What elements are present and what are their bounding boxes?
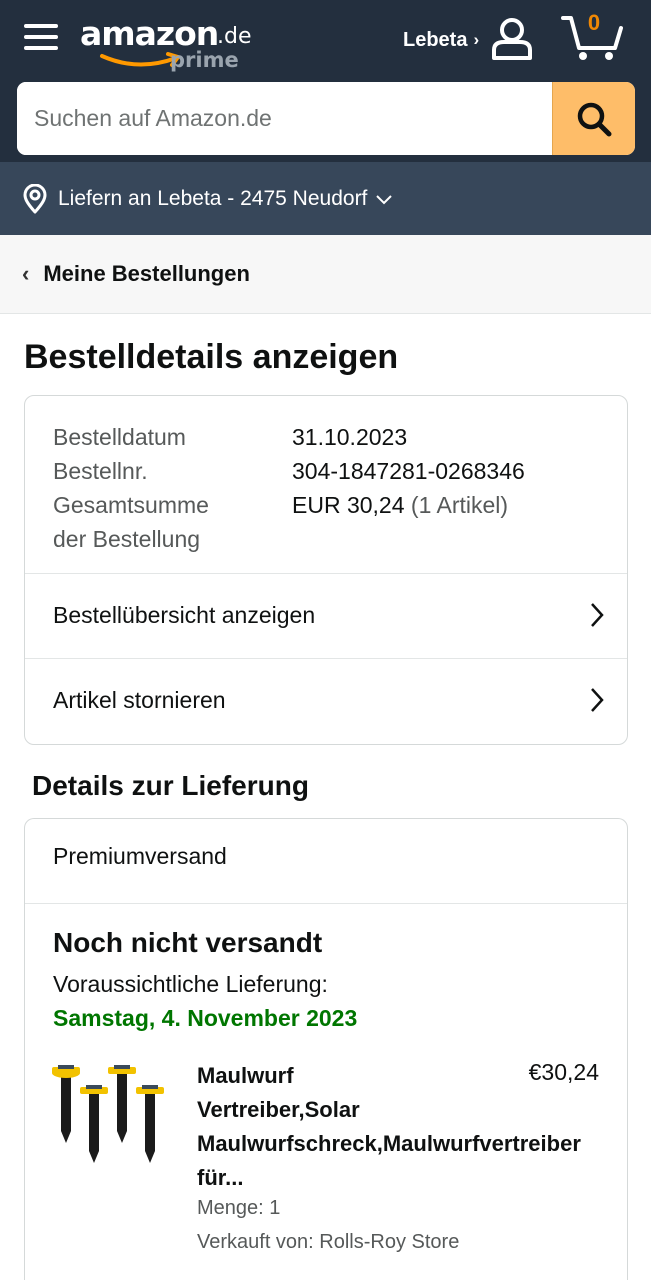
chevron-right-icon xyxy=(591,688,604,712)
shipment-status: Noch nicht versandt xyxy=(53,927,323,958)
order-date-value: 31.10.2023 xyxy=(292,424,408,450)
cart-count: 0 xyxy=(587,10,601,35)
logo-tld: .de xyxy=(217,24,252,49)
account-chevron: › xyxy=(473,30,480,49)
product-quantity: Menge: 1 xyxy=(197,1197,281,1219)
order-summary-card: Bestelldatum 31.10.2023 Bestellnr. 304-1… xyxy=(24,395,628,745)
search-input[interactable] xyxy=(17,82,552,155)
divider xyxy=(25,903,627,904)
cancel-items-label: Artikel stornieren xyxy=(53,686,226,713)
order-date-label: Bestelldatum xyxy=(53,424,186,450)
order-date-row: Bestelldatum 31.10.2023 xyxy=(53,420,613,454)
top-header: amazon .de prime Lebeta › 0 xyxy=(0,0,651,162)
order-number-label: Bestellnr. xyxy=(53,458,148,484)
order-total-label-line2: der Bestellung xyxy=(53,526,201,552)
search-button[interactable] xyxy=(552,82,635,155)
order-number-row: Bestellnr. 304-1847281-0268346 xyxy=(53,454,613,488)
back-link-label: Meine Bestellungen xyxy=(43,261,250,286)
deliver-to-label: Liefern an Lebeta - 2475 Neudorf xyxy=(58,186,368,210)
product-price: €30,24 xyxy=(522,1059,599,1086)
product-seller: Verkauft von: Rolls-Roy Store xyxy=(197,1231,460,1253)
eta-label: Voraussichtliche Lieferung: xyxy=(53,971,328,997)
page-title: Bestelldetails anzeigen xyxy=(24,338,399,376)
order-total-amount: EUR 30,24 xyxy=(292,492,405,518)
back-chevron-icon: ‹ xyxy=(22,261,30,286)
chevron-down-icon xyxy=(376,194,393,204)
logo-prime: prime xyxy=(170,48,239,72)
order-number-value: 304-1847281-0268346 xyxy=(292,458,525,484)
breadcrumb[interactable]: ‹ Meine Bestellungen xyxy=(0,235,651,314)
product-title-line: Vertreiber,Solar xyxy=(197,1097,360,1122)
order-total-items: (1 Artikel) xyxy=(410,492,509,518)
order-info: Bestelldatum 31.10.2023 Bestellnr. 304-1… xyxy=(53,420,613,556)
user-icon[interactable] xyxy=(490,16,534,60)
cancel-items-link[interactable]: Artikel stornieren xyxy=(25,658,627,742)
menu-icon[interactable] xyxy=(24,22,58,52)
deliver-to-bar[interactable]: Liefern an Lebeta - 2475 Neudorf xyxy=(0,162,651,235)
account-label: Lebeta xyxy=(403,28,468,51)
eta-date: Samstag, 4. November 2023 xyxy=(53,1005,358,1031)
view-order-summary-label: Bestellübersicht anzeigen xyxy=(53,601,316,628)
order-total-label-line1: Gesamtsumme xyxy=(53,492,209,518)
order-total-value: EUR 30,24 (1 Artikel) xyxy=(292,488,508,556)
chevron-right-icon xyxy=(591,603,604,627)
delivery-details-heading: Details zur Lieferung xyxy=(32,770,309,801)
amazon-logo[interactable]: amazon .de prime xyxy=(80,12,260,74)
order-total-row: Gesamtsumme der Bestellung EUR 30,24 (1 … xyxy=(53,488,613,556)
product-title-line: für... xyxy=(197,1165,244,1190)
account-link[interactable]: Lebeta › xyxy=(403,26,479,54)
search-bar xyxy=(17,82,635,155)
shipping-method: Premiumversand xyxy=(53,843,227,869)
location-pin-icon xyxy=(23,183,47,213)
product-image[interactable] xyxy=(51,1063,171,1173)
product-title-line: Maulwurfschreck,Maulwurfvertreiber xyxy=(197,1131,581,1156)
search-icon xyxy=(577,102,612,136)
delivery-card: Premiumversand Noch nicht versandt Vorau… xyxy=(24,818,628,1280)
order-total-label: Gesamtsumme der Bestellung xyxy=(53,488,292,556)
view-order-summary-link[interactable]: Bestellübersicht anzeigen xyxy=(25,573,627,657)
